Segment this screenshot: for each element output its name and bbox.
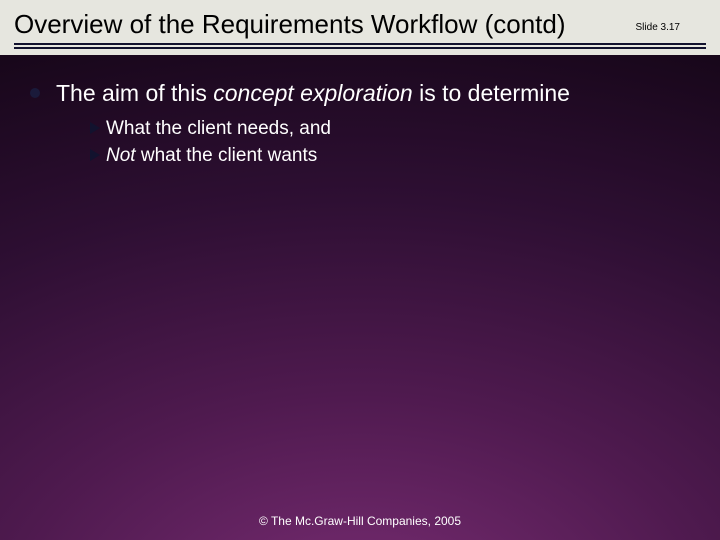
text-fragment: The aim of this <box>56 80 213 106</box>
slide-title: Overview of the Requirements Workflow (c… <box>14 10 706 39</box>
bullet-level1-text: The aim of this concept exploration is t… <box>56 79 570 108</box>
bullet-level2-text: Not what the client wants <box>106 144 317 169</box>
slide-number: Slide 3.17 <box>636 22 680 33</box>
text-fragment-italic: concept exploration <box>213 80 412 106</box>
slide-body: The aim of this concept exploration is t… <box>0 55 720 169</box>
bullet-level2-group: What the client needs, and Not what the … <box>90 117 690 168</box>
arrow-right-icon <box>90 122 100 134</box>
title-divider <box>14 43 706 49</box>
slide-footer: © The Mc.Graw-Hill Companies, 2005 <box>0 514 720 528</box>
slide-header: Overview of the Requirements Workflow (c… <box>0 0 720 55</box>
bullet-level2: What the client needs, and <box>90 117 690 142</box>
text-fragment: what the client wants <box>136 145 318 166</box>
text-fragment: is to determine <box>413 80 570 106</box>
slide: Overview of the Requirements Workflow (c… <box>0 0 720 540</box>
bullet-level2: Not what the client wants <box>90 144 690 169</box>
bullet-level1: The aim of this concept exploration is t… <box>30 79 690 108</box>
copyright-text: © The Mc.Graw-Hill Companies, 2005 <box>259 514 461 528</box>
bullet-level2-text: What the client needs, and <box>106 117 331 142</box>
disc-bullet-icon <box>30 88 40 98</box>
text-fragment-italic: Not <box>106 145 136 166</box>
arrow-right-icon <box>90 149 100 161</box>
